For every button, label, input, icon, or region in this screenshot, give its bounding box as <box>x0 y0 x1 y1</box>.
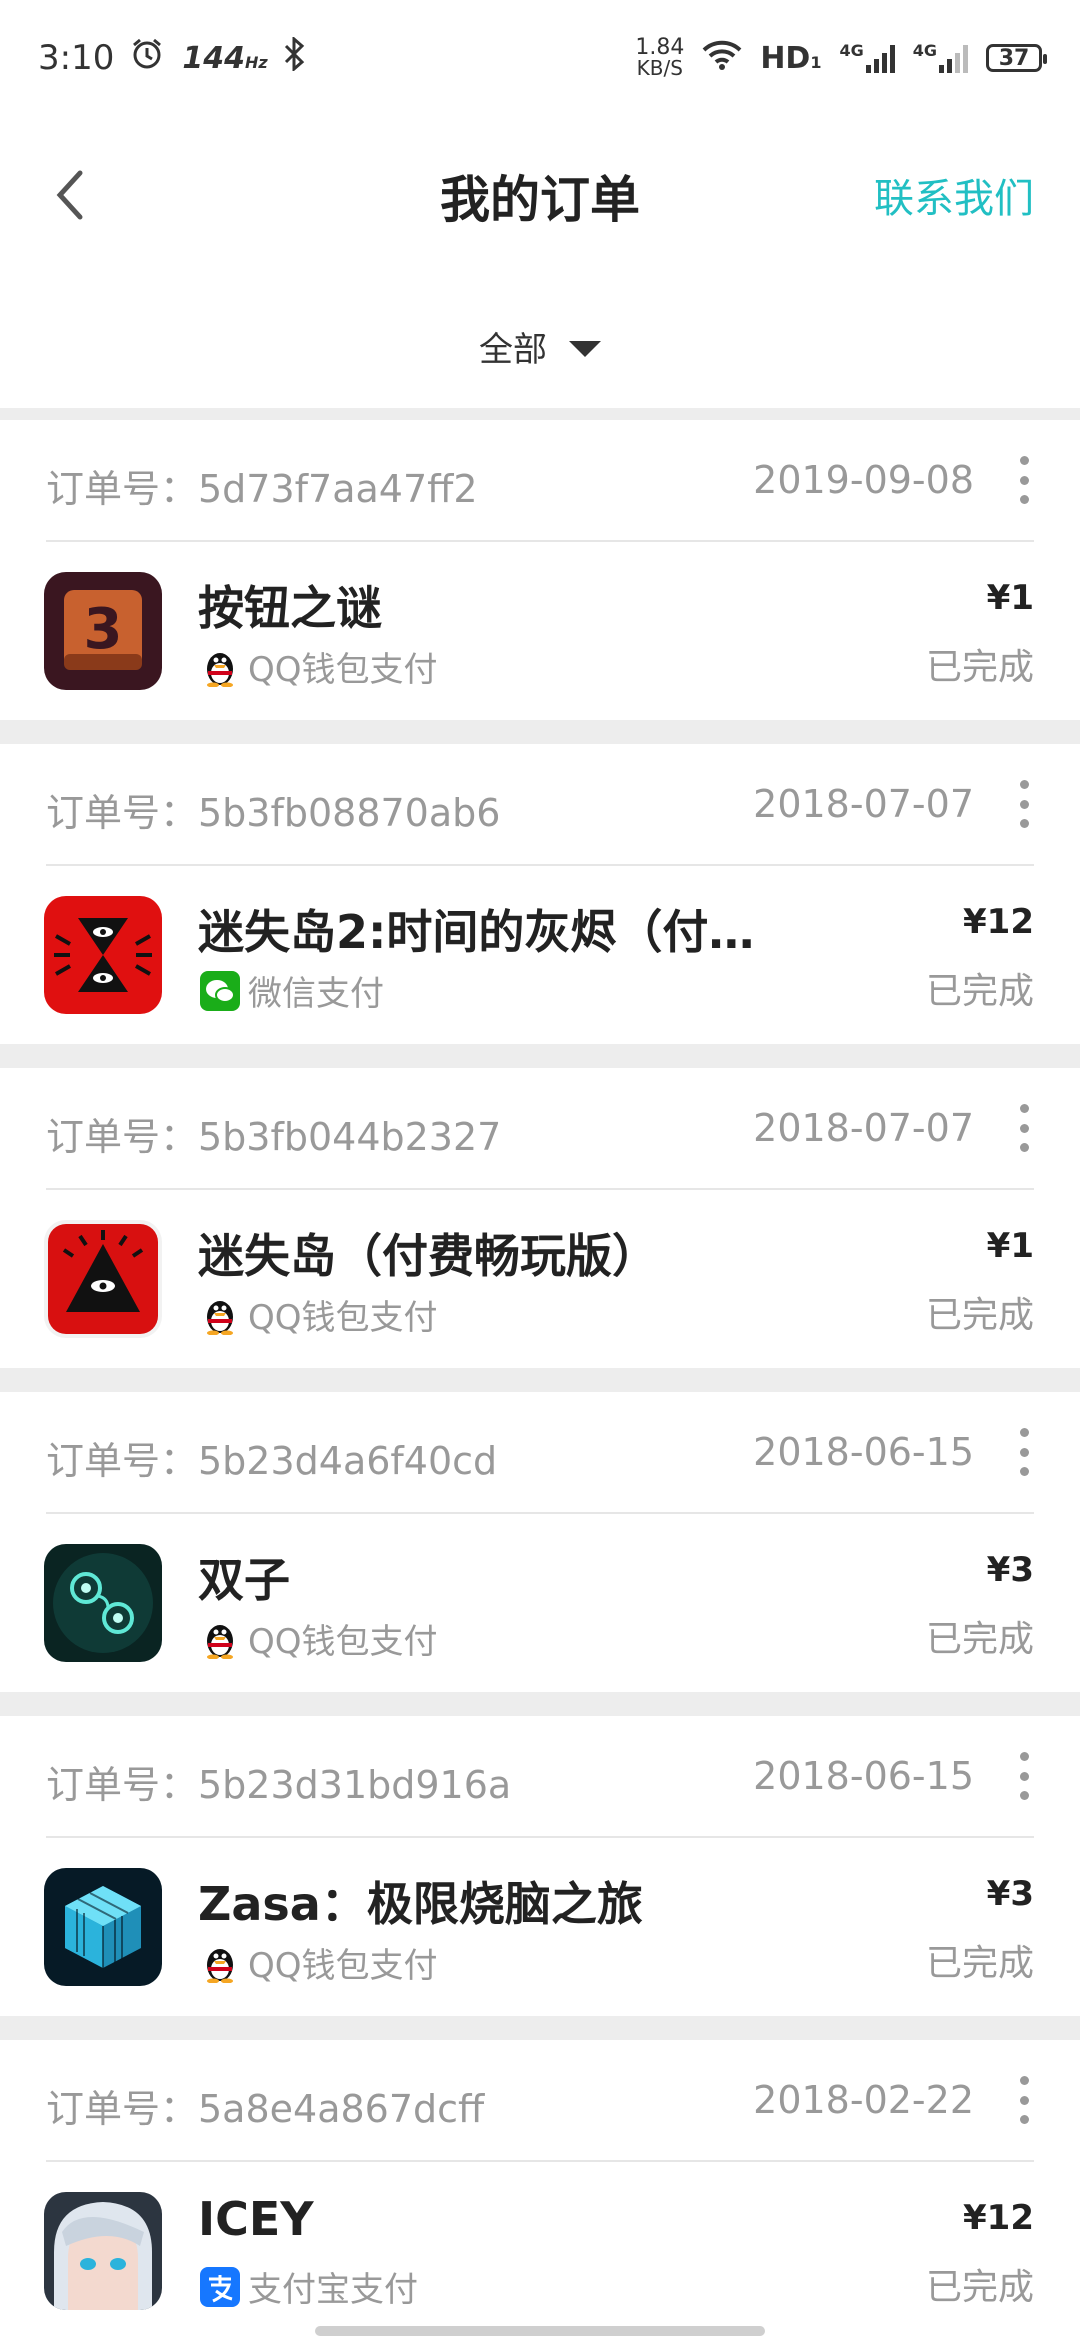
order-price: ¥3 <box>986 1874 1034 1914</box>
wifi-icon <box>702 39 742 78</box>
order-card[interactable]: 订单号：5a8e4a867dcff 2018-02-22 ICEY 支付宝支付 … <box>0 2040 1080 2340</box>
qq-penguin-icon <box>200 647 240 687</box>
home-indicator[interactable] <box>315 2326 765 2336</box>
order-date: 2018-07-07 <box>753 782 974 826</box>
lost-island-2-app-icon <box>44 896 162 1014</box>
nav-bar: 我的订单 联系我们 <box>0 110 1080 280</box>
refresh-rate: 144 <box>182 40 245 76</box>
qq-penguin-icon <box>200 1295 240 1335</box>
more-options-icon[interactable] <box>1014 1104 1034 1152</box>
product-name: 迷失岛2:时间的灰烬（付费畅玩版） <box>198 905 798 959</box>
filter-dropdown[interactable]: 全部 <box>0 322 1080 371</box>
payment-method: QQ钱包支付 <box>200 1290 438 1339</box>
product-name: 迷失岛（付费畅玩版） <box>198 1229 658 1283</box>
more-options-icon[interactable] <box>1014 780 1034 828</box>
payment-label: 微信支付 <box>248 974 384 1014</box>
order-price: ¥1 <box>986 578 1034 618</box>
bluetooth-icon <box>282 35 306 80</box>
filter-bar: 全部 <box>0 280 1080 408</box>
more-options-icon[interactable] <box>1014 456 1034 504</box>
order-status: 已完成 <box>925 2267 1034 2308</box>
dropdown-triangle-icon <box>569 340 601 357</box>
svg-text:3: 3 <box>84 597 123 662</box>
wechat-icon <box>200 970 240 1011</box>
order-date: 2018-06-15 <box>753 1754 974 1798</box>
order-status: 已完成 <box>925 647 1034 688</box>
network-speed: 1.84 KB/S <box>635 35 685 80</box>
order-card[interactable]: 订单号：5d73f7aa47ff2 2019-09-08 3 按钮之谜 QQ钱包… <box>0 420 1080 720</box>
product-name: 双子 <box>198 1553 290 1607</box>
zasa-cube-app-icon <box>44 1868 162 1986</box>
hd-indicator: HD1 <box>760 40 822 76</box>
button-puzzle-app-icon: 3 <box>44 572 162 690</box>
order-card[interactable]: 订单号：5b3fb08870ab6 2018-07-07 迷失岛2:时间的灰烬（… <box>0 744 1080 1044</box>
order-status: 已完成 <box>925 1619 1034 1660</box>
order-price: ¥12 <box>963 2198 1034 2238</box>
order-date: 2018-06-15 <box>753 1430 974 1474</box>
signal-icon-2: 4G <box>913 43 968 73</box>
order-id: 订单号：5b23d31bd916a <box>46 1763 512 1807</box>
order-price: ¥12 <box>963 902 1034 942</box>
product-name: ICEY <box>198 2192 314 2246</box>
payment-method: QQ钱包支付 <box>200 1614 438 1663</box>
order-card[interactable]: 订单号：5b3fb044b2327 2018-07-07 迷失岛（付费畅玩版） … <box>0 1068 1080 1368</box>
order-card[interactable]: 订单号：5b23d31bd916a 2018-06-15 Zasa：极限烧脑之旅… <box>0 1716 1080 2016</box>
qq-penguin-icon <box>200 1619 240 1659</box>
order-id: 订单号：5d73f7aa47ff2 <box>46 467 478 511</box>
product-name: 按钮之谜 <box>198 581 382 635</box>
order-price: ¥3 <box>986 1550 1034 1590</box>
product-name: Zasa：极限烧脑之旅 <box>198 1877 643 1931</box>
alipay-icon <box>200 2266 240 2307</box>
order-id: 订单号：5b23d4a6f40cd <box>46 1439 498 1483</box>
order-date: 2019-09-08 <box>753 458 974 502</box>
status-bar: 3:10 144Hz 1.84 KB/S HD1 4G 4G 37 <box>0 0 1080 110</box>
order-status: 已完成 <box>925 1295 1034 1336</box>
payment-method: QQ钱包支付 <box>200 1938 438 1987</box>
order-status: 已完成 <box>925 971 1034 1012</box>
order-price: ¥1 <box>986 1226 1034 1266</box>
more-options-icon[interactable] <box>1014 2076 1034 2124</box>
battery-icon: 37 <box>986 44 1047 72</box>
order-id: 订单号：5a8e4a867dcff <box>46 2087 485 2131</box>
more-options-icon[interactable] <box>1014 1428 1034 1476</box>
filter-label: 全部 <box>479 330 547 370</box>
contact-us-button[interactable]: 联系我们 <box>874 166 1034 224</box>
order-id: 订单号：5b3fb08870ab6 <box>46 791 501 835</box>
order-status: 已完成 <box>925 1943 1034 1984</box>
order-date: 2018-02-22 <box>753 2078 974 2122</box>
payment-label: QQ钱包支付 <box>248 1298 438 1338</box>
gemini-app-icon <box>44 1544 162 1662</box>
more-options-icon[interactable] <box>1014 1752 1034 1800</box>
lost-island-app-icon <box>44 1220 162 1338</box>
status-time: 3:10 <box>38 38 115 78</box>
payment-method: QQ钱包支付 <box>200 642 438 691</box>
payment-method: 支付宝支付 <box>200 2262 418 2311</box>
order-card[interactable]: 订单号：5b23d4a6f40cd 2018-06-15 双子 QQ钱包支付 ¥… <box>0 1392 1080 1692</box>
payment-label: QQ钱包支付 <box>248 650 438 690</box>
payment-label: 支付宝支付 <box>248 2270 418 2310</box>
refresh-rate-unit: Hz <box>244 52 268 72</box>
icey-app-icon <box>44 2192 162 2310</box>
order-id: 订单号：5b3fb044b2327 <box>46 1115 502 1159</box>
payment-label: QQ钱包支付 <box>248 1946 438 1986</box>
payment-label: QQ钱包支付 <box>248 1622 438 1662</box>
signal-icon-1: 4G <box>839 43 895 73</box>
qq-penguin-icon <box>200 1943 240 1983</box>
alarm-icon <box>130 37 164 80</box>
payment-method: 微信支付 <box>200 966 384 1015</box>
order-date: 2018-07-07 <box>753 1106 974 1150</box>
